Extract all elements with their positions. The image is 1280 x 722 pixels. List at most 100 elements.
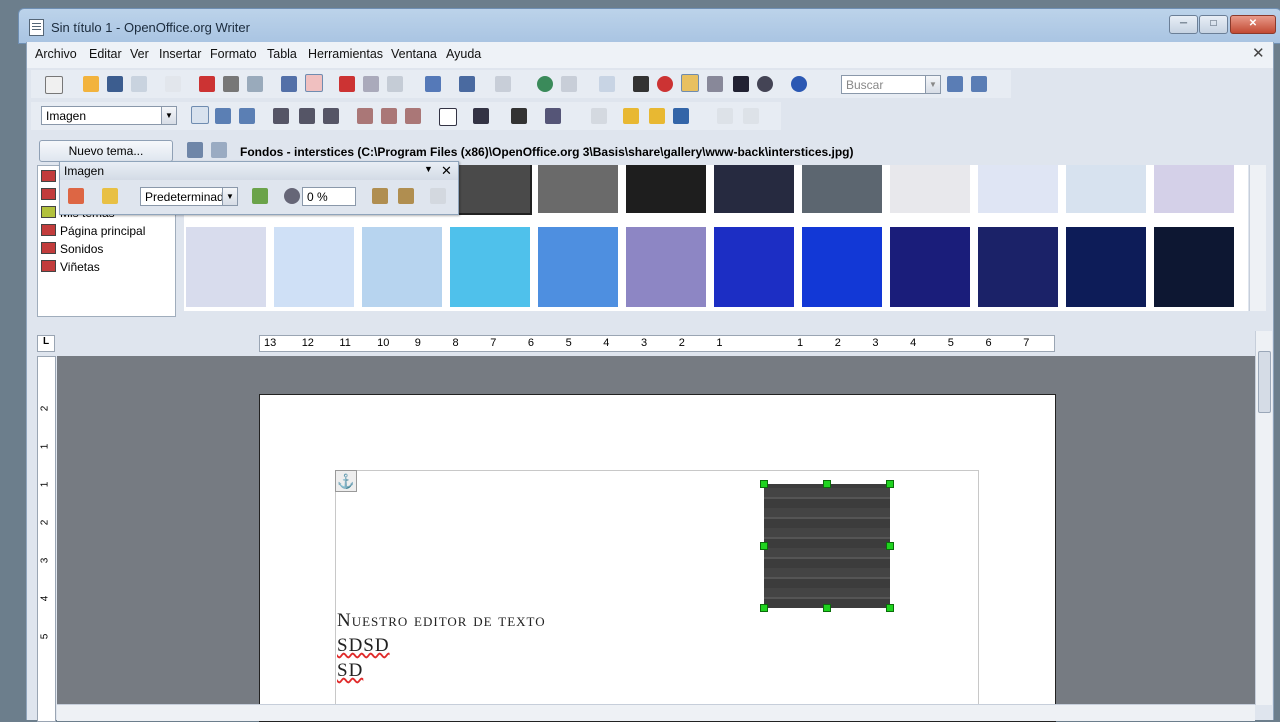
gallery-thumbnail[interactable] <box>890 165 970 213</box>
print-preview-icon[interactable] <box>247 76 263 92</box>
wrap-through-icon[interactable] <box>239 108 255 124</box>
find-replace-icon[interactable] <box>633 76 649 92</box>
gallery-thumbnail[interactable] <box>626 165 706 213</box>
copy-icon[interactable] <box>363 76 379 92</box>
zoom-icon[interactable] <box>757 76 773 92</box>
borders-icon[interactable] <box>439 108 457 126</box>
menu-insertar[interactable]: Insertar <box>159 47 201 61</box>
filter-icon[interactable] <box>68 188 84 204</box>
background-color-icon[interactable] <box>545 108 561 124</box>
resize-handle[interactable] <box>886 604 894 612</box>
search-combo[interactable]: Buscar ▼ <box>841 75 941 94</box>
undo-icon[interactable] <box>459 76 475 92</box>
document-text[interactable]: Nuestro editor de texto SDSD SD <box>337 610 546 682</box>
line-style-icon[interactable] <box>473 108 489 124</box>
gallery-thumbnail[interactable] <box>890 227 970 307</box>
ruler-scale[interactable]: 13 12 11 10 9 8 7 6 5 4 3 2 1 1 2 3 4 5 6 7 <box>259 335 1055 352</box>
unlink-frames-icon[interactable] <box>743 108 759 124</box>
chevron-down-icon[interactable]: ▼ <box>161 107 176 124</box>
menu-archivo[interactable]: Archivo <box>35 47 77 61</box>
bring-to-front-icon[interactable] <box>623 108 639 124</box>
selected-image[interactable] <box>760 480 894 612</box>
menu-tabla[interactable]: Tabla <box>267 47 297 61</box>
gallery-icon[interactable] <box>681 74 699 92</box>
save-icon[interactable] <box>107 76 123 92</box>
flip-horizontal-icon[interactable] <box>398 188 414 204</box>
data-sources-icon[interactable] <box>707 76 723 92</box>
gallery-thumbnail[interactable] <box>714 227 794 307</box>
gallery-thumbnail[interactable] <box>186 227 266 307</box>
align-right-icon[interactable] <box>323 108 339 124</box>
cut-icon[interactable] <box>339 76 355 92</box>
resize-handle[interactable] <box>760 480 768 488</box>
border-color-icon[interactable] <box>511 108 527 124</box>
menu-editar[interactable]: Editar <box>89 47 122 61</box>
menu-ayuda[interactable]: Ayuda <box>446 47 481 61</box>
scroll-thumb[interactable] <box>1258 351 1271 413</box>
gallery-thumbnail[interactable] <box>274 227 354 307</box>
maximize-button[interactable]: □ <box>1199 15 1228 34</box>
autospellcheck-icon[interactable] <box>305 74 323 92</box>
gallery-thumbnail[interactable] <box>448 165 532 215</box>
gallery-thumbnail[interactable] <box>978 165 1058 213</box>
resize-handle[interactable] <box>886 542 894 550</box>
redo-icon[interactable] <box>495 76 511 92</box>
clone-formatting-icon[interactable] <box>425 76 441 92</box>
anchor-icon[interactable] <box>673 108 689 124</box>
link-frames-icon[interactable] <box>717 108 733 124</box>
find-next-icon[interactable] <box>947 76 963 92</box>
menu-formato[interactable]: Formato <box>210 47 257 61</box>
table-icon[interactable] <box>561 76 577 92</box>
theme-pagina-principal[interactable]: Página principal <box>60 224 145 238</box>
gallery-thumbnail[interactable] <box>362 227 442 307</box>
chevron-down-icon[interactable]: ▼ <box>222 188 237 205</box>
menu-ventana[interactable]: Ventana <box>391 47 437 61</box>
frame-properties-icon[interactable] <box>591 108 607 124</box>
icon-view-icon[interactable] <box>187 142 203 158</box>
image-toolbar-titlebar[interactable]: Imagen ▼ ✕ <box>60 162 458 180</box>
graphics-filter-icon[interactable] <box>102 188 118 204</box>
email-document-icon[interactable] <box>131 76 147 92</box>
align-left-icon[interactable] <box>273 108 289 124</box>
tab-stop-selector[interactable]: L <box>37 335 55 352</box>
chevron-down-icon[interactable]: ▼ <box>424 164 433 174</box>
gallery-thumbnail[interactable] <box>1154 165 1234 213</box>
gallery-thumbnail[interactable] <box>1066 227 1146 307</box>
help-icon[interactable] <box>791 76 807 92</box>
vertical-scrollbar[interactable] <box>1255 331 1272 705</box>
horizontal-scrollbar[interactable] <box>57 704 1255 721</box>
graphics-mode-combo[interactable]: Predeterminad ▼ <box>140 187 238 206</box>
close-document-icon[interactable]: ✕ <box>1252 44 1265 62</box>
new-theme-button[interactable]: Nuevo tema... <box>39 140 173 162</box>
spellcheck-icon[interactable] <box>281 76 297 92</box>
edit-file-icon[interactable] <box>165 76 181 92</box>
resize-handle[interactable] <box>760 604 768 612</box>
wrap-off-icon[interactable] <box>191 106 209 124</box>
gallery-thumbnail[interactable] <box>1066 165 1146 213</box>
gallery-thumbnail[interactable] <box>450 227 530 307</box>
page-wrap-icon[interactable] <box>215 108 231 124</box>
gallery-thumbnail[interactable] <box>714 165 794 213</box>
hyperlink-icon[interactable] <box>537 76 553 92</box>
gallery-thumbnail[interactable] <box>802 227 882 307</box>
new-document-icon[interactable] <box>45 76 63 94</box>
align-center-icon[interactable] <box>299 108 315 124</box>
gallery-thumbnail[interactable] <box>626 227 706 307</box>
minimize-button[interactable]: ─ <box>1169 15 1198 34</box>
align-bottom-icon[interactable] <box>405 108 421 124</box>
close-window-button[interactable]: ✕ <box>1230 15 1276 34</box>
menu-ver[interactable]: Ver <box>130 47 149 61</box>
print-icon[interactable] <box>223 76 239 92</box>
find-previous-icon[interactable] <box>971 76 987 92</box>
align-middle-icon[interactable] <box>381 108 397 124</box>
color-icon[interactable] <box>252 188 268 204</box>
resize-handle[interactable] <box>886 480 894 488</box>
vertical-ruler[interactable]: 2 1 1 2 3 4 5 <box>37 356 56 722</box>
theme-sonidos[interactable]: Sonidos <box>60 242 103 256</box>
detail-view-icon[interactable] <box>211 142 227 158</box>
menu-herramientas[interactable]: Herramientas <box>308 47 383 61</box>
theme-vinetas[interactable]: Viñetas <box>60 260 100 274</box>
nonprinting-characters-icon[interactable] <box>733 76 749 92</box>
gallery-thumbnail[interactable] <box>802 165 882 213</box>
flip-vertical-icon[interactable] <box>372 188 388 204</box>
